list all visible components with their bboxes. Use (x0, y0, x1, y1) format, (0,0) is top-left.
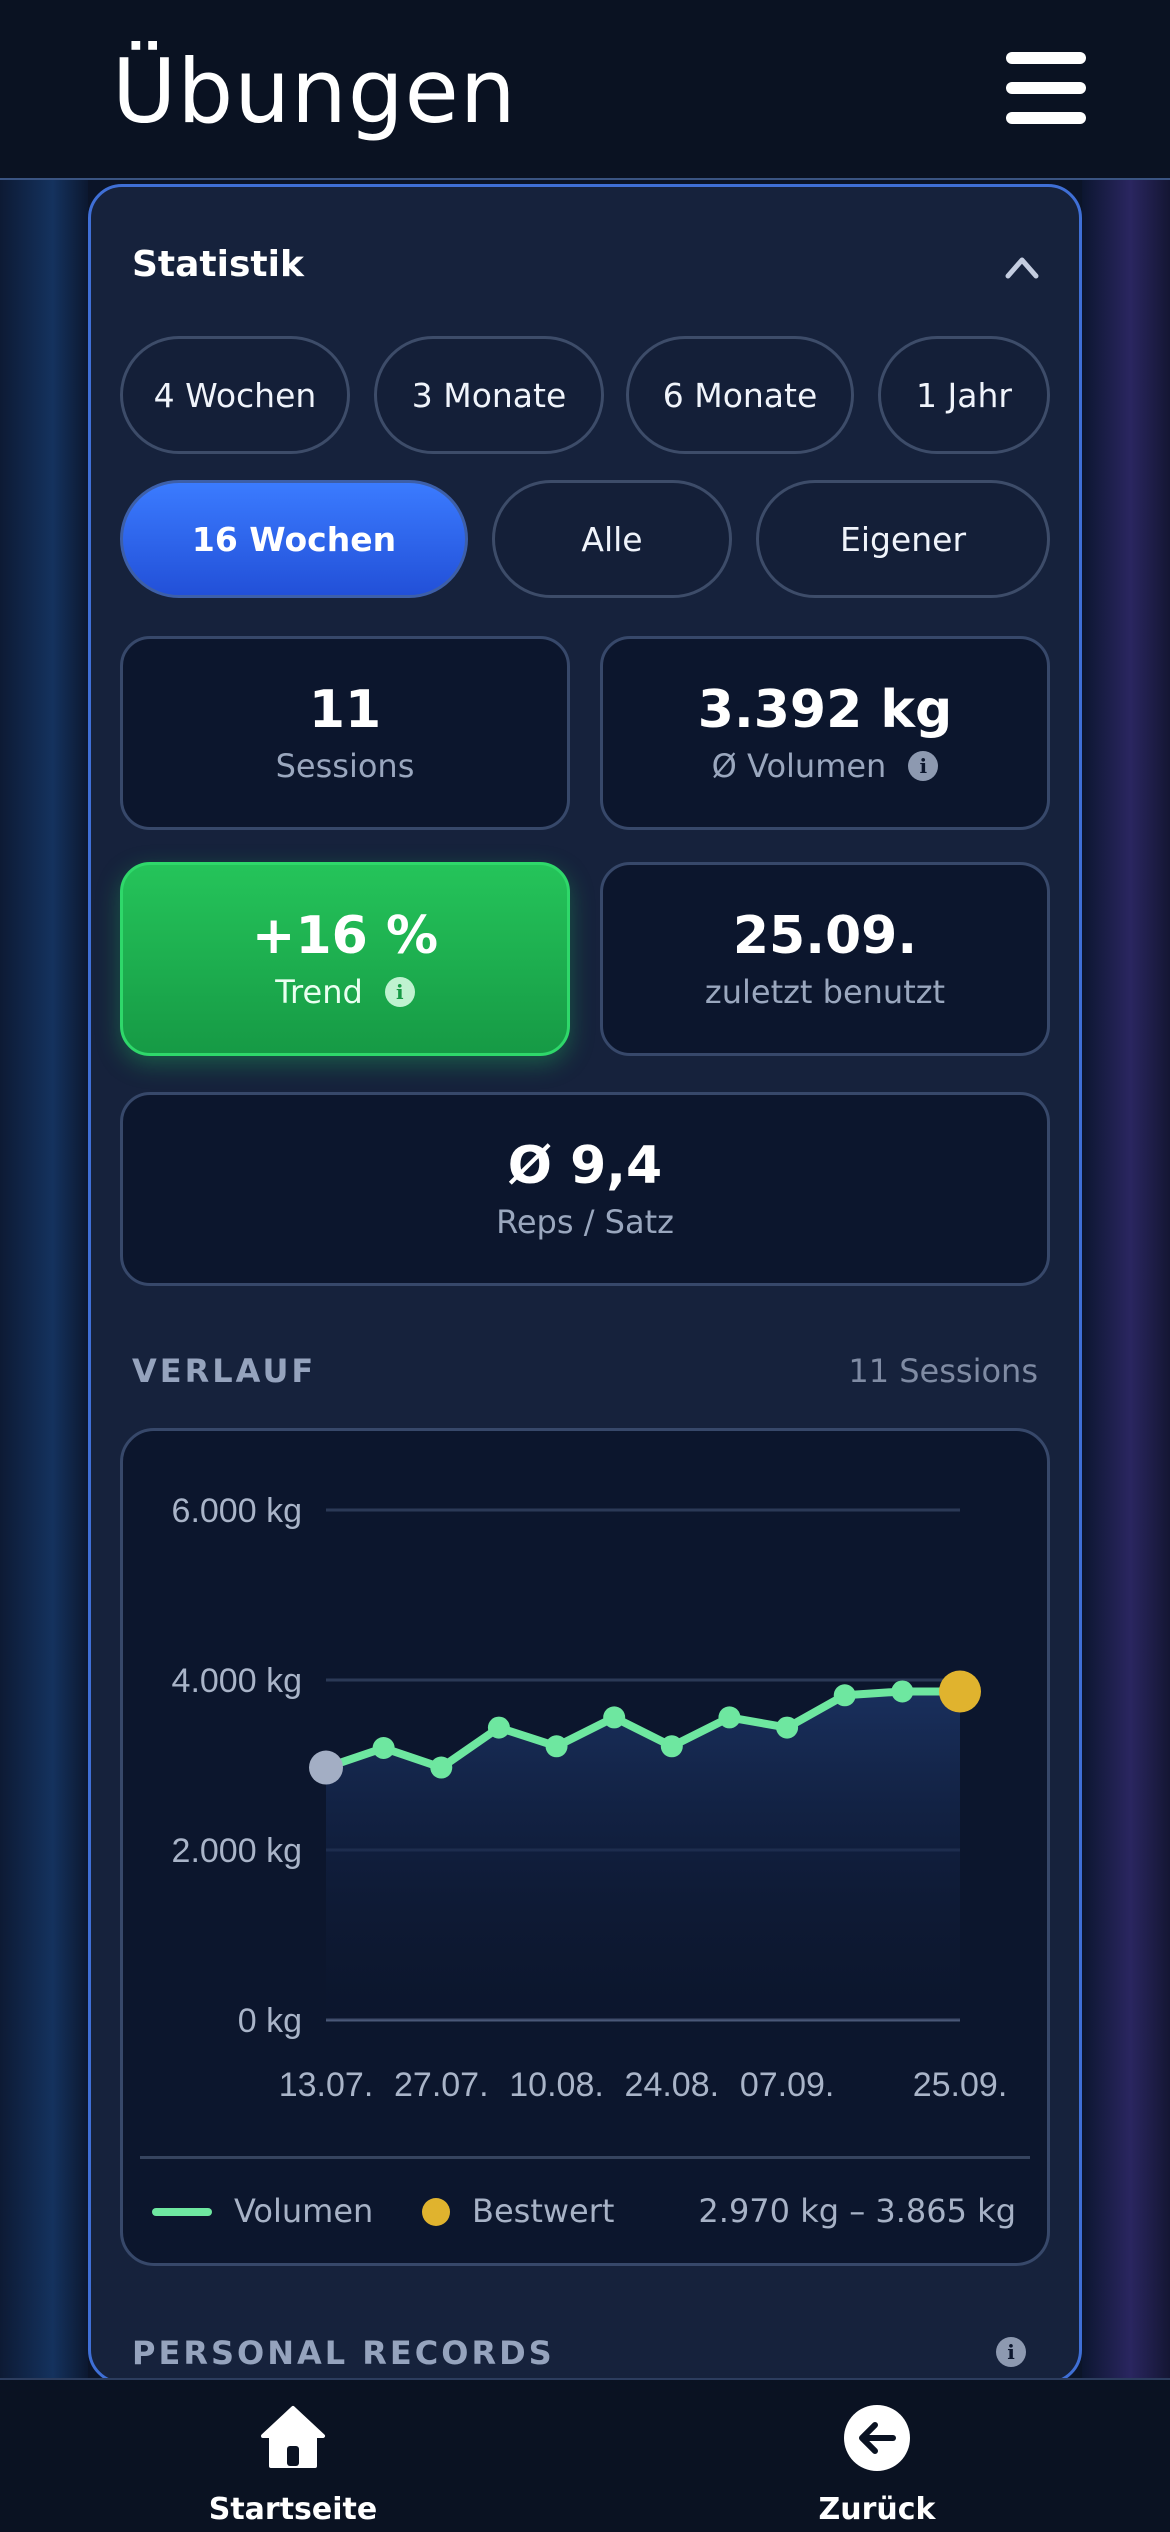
nav-home[interactable]: Startseite (173, 2380, 413, 2532)
info-icon[interactable]: i (996, 2337, 1026, 2367)
home-icon (261, 2406, 325, 2468)
nav-back-label: Zurück (818, 2492, 936, 2527)
nav-home-label: Startseite (208, 2492, 378, 2527)
y-tick-label: 4.000 kg (172, 1662, 302, 1700)
start-point (309, 1750, 343, 1785)
volume-chart: 6.000 kg 4.000 kg 2.000 kg 0 kg 13.07. 27.07… (172, 1492, 1008, 2104)
y-tick-label: 2.000 kg (172, 1832, 302, 1870)
x-tick-label: 25.09. (913, 2066, 1008, 2104)
personal-records-label: PERSONAL RECORDS (132, 2334, 555, 2372)
y-tick-label: 0 kg (238, 2002, 302, 2040)
data-point (891, 1680, 914, 1703)
legend-range: 2.970 kg – 3.865 kg (698, 2192, 1016, 2230)
x-tick-label: 27.07. (394, 2066, 489, 2104)
data-point (776, 1716, 799, 1739)
data-point (833, 1684, 856, 1707)
data-point (487, 1716, 510, 1739)
data-point (372, 1737, 395, 1759)
arrow-left-circle-icon (844, 2405, 910, 2471)
volume-area (326, 1691, 960, 2020)
legend-best-swatch (422, 2198, 450, 2226)
data-point (430, 1756, 453, 1779)
bottom-navigation: Startseite Zurück (0, 2378, 1170, 2532)
best-point (939, 1670, 981, 1713)
x-tick-label: 10.08. (509, 2066, 604, 2104)
data-point (718, 1706, 741, 1729)
x-tick-label: 13.07. (279, 2066, 374, 2104)
x-tick-label: 24.08. (625, 2066, 720, 2104)
legend-divider (140, 2156, 1030, 2159)
legend-best-label: Bestwert (472, 2192, 615, 2230)
data-point (660, 1735, 683, 1758)
nav-back[interactable]: Zurück (757, 2380, 997, 2532)
data-point (545, 1735, 568, 1758)
y-tick-label: 6.000 kg (172, 1492, 302, 1530)
legend-volume-swatch (152, 2208, 212, 2216)
x-tick-label: 07.09. (740, 2066, 835, 2104)
data-point (603, 1706, 626, 1729)
legend-volume-label: Volumen (234, 2192, 374, 2230)
